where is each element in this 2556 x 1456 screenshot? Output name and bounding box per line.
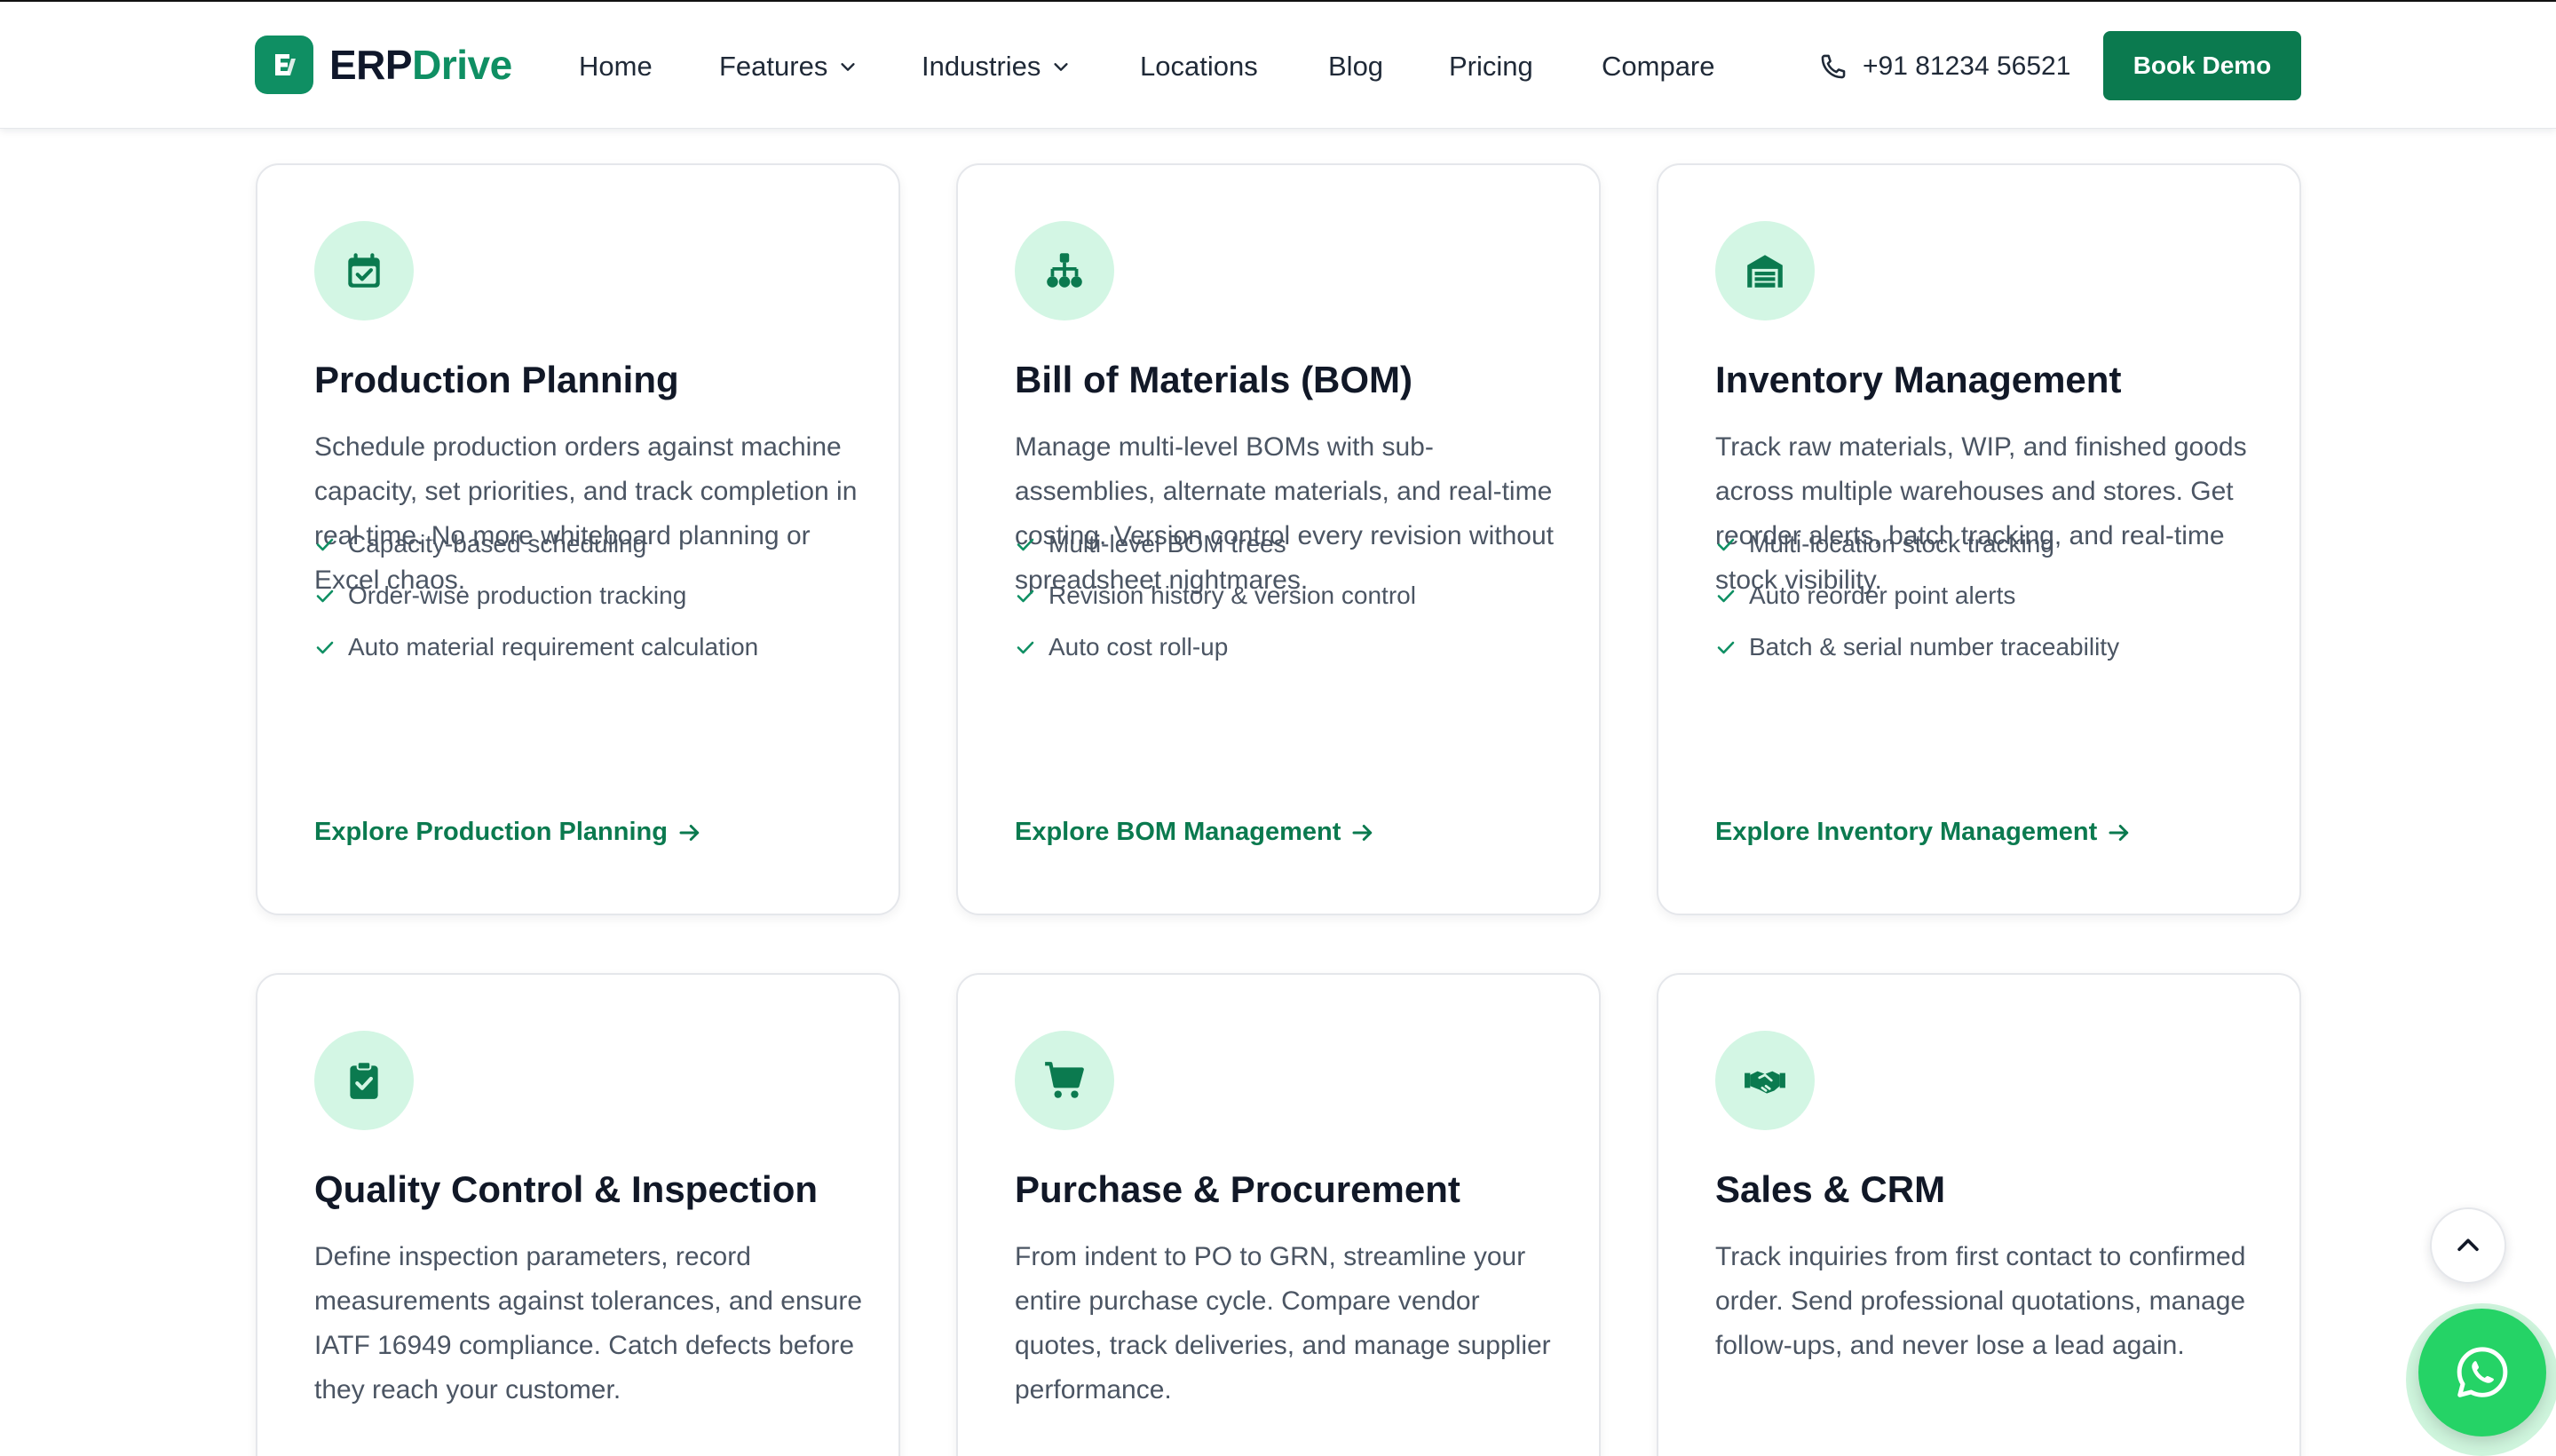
explore-inventory-management-link[interactable]: Explore Inventory Management [1715,818,2133,847]
feature-text: Order-wise production tracking [348,582,687,609]
list-item: Auto cost roll-up [1015,621,1416,673]
nav-item-blog[interactable]: Blog [1328,44,1383,89]
list-item: Capacity-based scheduling [314,518,758,570]
nav-item-home[interactable]: Home [579,44,653,89]
whatsapp-button[interactable] [2418,1309,2546,1436]
feature-text: Auto reorder point alerts [1749,582,2016,609]
calendar-check-icon [314,221,414,320]
warehouse-icon [1715,221,1815,320]
check-icon [1017,590,1034,603]
nav-item-label: Pricing [1449,51,1533,82]
feature-list: Multi-location stock tracking Auto reord… [1715,518,2119,673]
feature-list: Capacity-based scheduling Order-wise pro… [314,518,758,673]
check-icon [316,590,334,603]
check-icon [1017,538,1034,551]
feature-card-quality-control: Quality Control & Inspection Define insp… [256,973,900,1456]
feature-text: Multi-location stock tracking [1749,530,2054,558]
list-item: Multi-location stock tracking [1715,518,2119,570]
list-item: Order-wise production tracking [314,570,758,621]
card-title: Production Planning [314,359,679,400]
chevron-down-icon [841,63,855,71]
feature-card-inventory-management: Inventory Management Track raw materials… [1657,163,2301,915]
shopping-cart-icon [1015,1031,1114,1130]
feature-text: Batch & serial number traceability [1749,633,2120,661]
explore-bom-management-link[interactable]: Explore BOM Management [1015,818,1376,847]
card-title: Quality Control & Inspection [314,1168,819,1210]
brand-name-erp: ERP [329,42,413,88]
book-demo-label: Book Demo [2133,51,2272,79]
check-icon [1717,641,1735,654]
check-icon [1717,538,1735,551]
card-title: Purchase & Procurement [1015,1168,1460,1210]
phone-number: +91 81234 56521 [1863,51,2071,81]
nav-item-features[interactable]: Features [719,44,858,89]
nav-item-pricing[interactable]: Pricing [1449,44,1533,89]
nav-item-label: Home [579,51,653,82]
book-demo-button[interactable]: Book Demo [2103,31,2301,100]
explore-production-planning-link[interactable]: Explore Production Planning [314,818,703,847]
card-title: Bill of Materials (BOM) [1015,359,1413,400]
nav-item-industries[interactable]: Industries [922,44,1071,89]
feature-card-production-planning: Production Planning Schedule production … [256,163,900,915]
phone-link[interactable]: +91 81234 56521 [1818,44,2070,89]
chevron-down-icon [1054,63,1069,71]
feature-card-bom: Bill of Materials (BOM) Manage multi-lev… [956,163,1601,915]
feature-card-purchase-procurement: Purchase & Procurement From indent to PO… [956,973,1601,1456]
nav-item-label: Blog [1328,51,1384,82]
brand-logo[interactable]: ERPDrive [255,36,512,94]
arrow-right-icon [1352,824,1373,841]
chevron-up-icon [2457,1238,2479,1252]
list-item: Auto reorder point alerts [1715,570,2119,621]
feature-card-sales-crm: Sales & CRM Track inquiries from first c… [1657,973,2301,1456]
feature-text: Auto material requirement calculation [348,633,759,661]
feature-text: Multi-level BOM trees [1049,530,1286,558]
check-icon [1717,590,1735,603]
list-item: Auto material requirement calculation [314,621,758,673]
nav-item-locations[interactable]: Locations [1140,44,1258,89]
feature-list: Multi-level BOM trees Revision history &… [1015,518,1416,673]
card-description: Track inquiries from first contact to co… [1715,1242,2246,1360]
list-item: Revision history & version control [1015,570,1416,621]
feature-text: Capacity-based scheduling [348,530,647,558]
clipboard-check-icon [314,1031,414,1130]
card-title: Inventory Management [1715,359,2122,400]
scroll-to-top-button[interactable] [2430,1207,2506,1284]
card-description: Define inspection parameters, record mea… [314,1242,863,1405]
whatsapp-icon [2457,1347,2508,1397]
explore-link-label: Explore BOM Management [1015,818,1341,846]
check-icon [1017,641,1034,654]
nav-item-label: Compare [1602,51,1715,82]
erpdrive-logo-icon [255,36,313,94]
nav-item-label: Features [719,51,828,82]
handshake-icon [1715,1031,1815,1130]
arrow-right-icon [2109,824,2129,841]
explore-link-label: Explore Inventory Management [1715,818,2098,846]
list-item: Multi-level BOM trees [1015,518,1416,570]
card-description: From indent to PO to GRN, streamline you… [1015,1242,1551,1405]
nav-item-label: Locations [1140,51,1258,82]
feature-text: Auto cost roll-up [1049,633,1229,661]
card-title: Sales & CRM [1715,1168,1946,1210]
explore-link-label: Explore Production Planning [314,818,668,846]
site-header: ERPDrive Home Features Industries Locati… [0,0,2556,129]
nav-item-label: Industries [922,51,1041,82]
nav-item-compare[interactable]: Compare [1602,44,1715,89]
arrow-right-icon [679,824,700,841]
feature-text: Revision history & version control [1049,582,1416,609]
check-icon [316,641,334,654]
phone-icon [1821,54,1846,79]
brand-name: ERPDrive [329,41,512,89]
check-icon [316,538,334,551]
sitemap-icon [1015,221,1114,320]
brand-name-drive: Drive [412,42,512,88]
list-item: Batch & serial number traceability [1715,621,2119,673]
